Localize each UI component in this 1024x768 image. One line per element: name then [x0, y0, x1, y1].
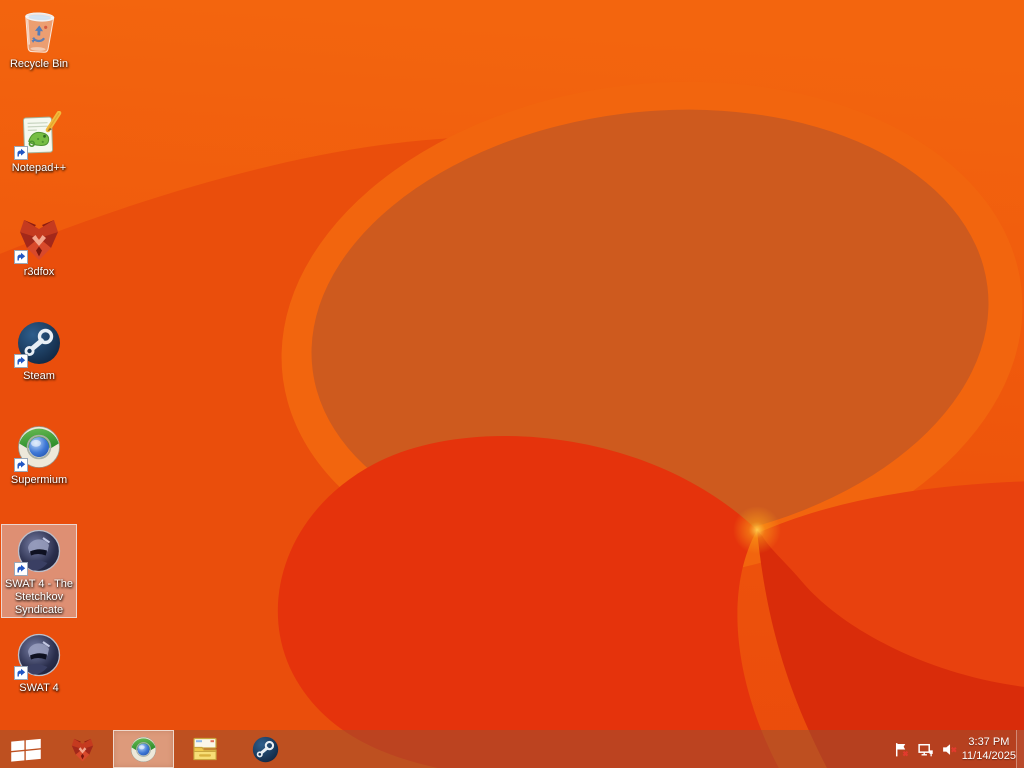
desktop-icon-r3dfox[interactable]: r3dfox — [1, 212, 77, 280]
desktop-icon-swat4[interactable]: SWAT 4 — [1, 628, 77, 696]
r3dfox-icon — [14, 215, 63, 264]
taskbar-item-supermium[interactable] — [113, 730, 174, 768]
shortcut-arrow-icon — [14, 250, 28, 264]
volume-muted-icon[interactable] — [938, 730, 962, 768]
taskbar-item-r3dfox[interactable] — [52, 730, 113, 768]
windows-logo-icon — [11, 738, 41, 762]
network-icon[interactable] — [914, 730, 938, 768]
taskbar-item-steam[interactable] — [235, 730, 296, 768]
desktop-icon-recycle-bin[interactable]: Recycle Bin — [1, 4, 77, 72]
desktop-icon-label: SWAT 4 — [19, 682, 59, 694]
desktop-icon-label: SWAT 4 - The Stetchkov Syndicate — [4, 578, 74, 616]
desktop-icon-label: Steam — [23, 370, 55, 382]
desktop: Recycle Bin Notepad++ r3dfox Steam Super… — [0, 0, 1024, 768]
desktop-icon-label: Supermium — [10, 474, 68, 486]
desktop-icon-notepad-plus-plus[interactable]: Notepad++ — [1, 108, 77, 176]
desktop-icon-supermium[interactable]: Supermium — [1, 420, 77, 488]
steam-icon — [14, 319, 63, 368]
swat4-icon — [14, 527, 63, 576]
desktop-icon-label: r3dfox — [23, 266, 55, 278]
desktop-icon-label: Notepad++ — [11, 162, 67, 174]
start-button[interactable] — [0, 730, 52, 768]
taskbar: 3:37 PM 11/14/2025 — [0, 730, 1024, 768]
taskbar-item-file-explorer[interactable] — [174, 730, 235, 768]
show-desktop-button[interactable] — [1016, 730, 1024, 768]
shortcut-arrow-icon — [14, 146, 28, 160]
clock-date: 11/14/2025 — [961, 750, 1016, 762]
file-explorer-icon — [192, 737, 217, 761]
desktop-icon-label: Recycle Bin — [9, 58, 69, 70]
swat4-icon — [14, 631, 63, 680]
taskbar-empty-area — [296, 730, 890, 768]
system-tray: 3:37 PM 11/14/2025 — [890, 730, 1024, 768]
shortcut-arrow-icon — [14, 458, 28, 472]
supermium-icon — [130, 736, 157, 762]
clock-time: 3:37 PM — [968, 736, 1010, 748]
steam-icon — [252, 736, 279, 762]
wallpaper — [0, 0, 1024, 768]
action-center-flag-icon[interactable] — [890, 730, 914, 768]
taskbar-clock[interactable]: 3:37 PM 11/14/2025 — [962, 735, 1016, 763]
recycle-bin-icon — [15, 7, 63, 55]
shortcut-arrow-icon — [14, 666, 28, 680]
desktop-icon-steam[interactable]: Steam — [1, 316, 77, 384]
desktop-icon-swat4-stetchkov[interactable]: SWAT 4 - The Stetchkov Syndicate — [1, 524, 77, 618]
supermium-icon — [14, 423, 63, 472]
shortcut-arrow-icon — [14, 354, 28, 368]
r3dfox-icon — [71, 738, 94, 761]
shortcut-arrow-icon — [14, 562, 28, 576]
notepad-plus-plus-icon — [14, 111, 63, 160]
